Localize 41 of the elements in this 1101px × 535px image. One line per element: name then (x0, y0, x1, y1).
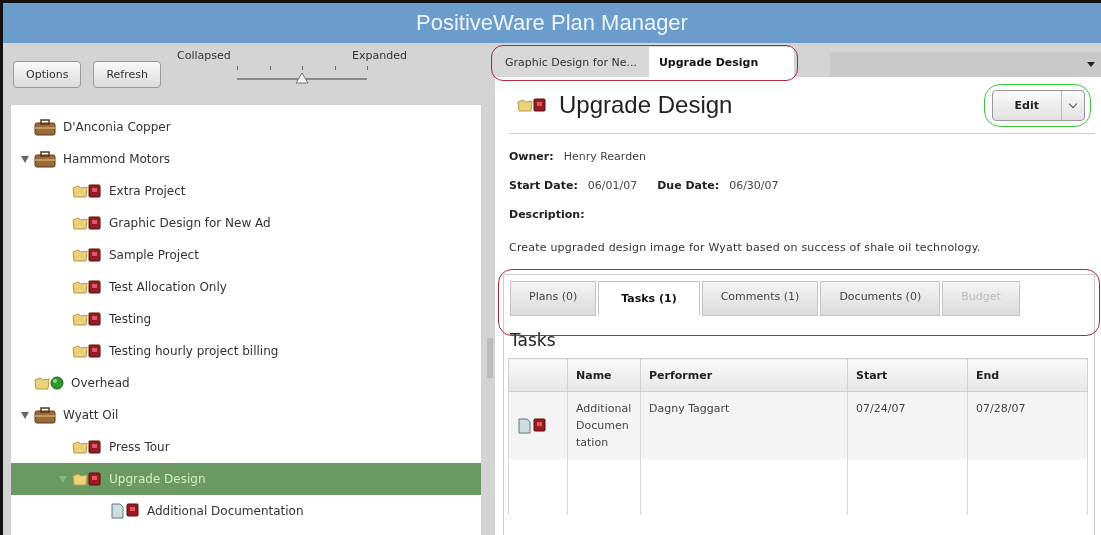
tree-item[interactable]: Testing hourly project billing (11, 335, 481, 367)
field-label: Start Date: (509, 179, 578, 192)
tree-item[interactable]: D'Anconia Copper (11, 111, 481, 143)
slider-label: Expanded (352, 48, 407, 62)
column-header: Name (567, 358, 641, 392)
field-value: 06/01/07 (587, 179, 638, 192)
column-header: End (967, 358, 1088, 392)
tree-item[interactable]: Graphic Design for New Ad (11, 207, 481, 239)
document-tab[interactable]: Graphic Design for Ne... (495, 47, 649, 77)
tree-item[interactable]: Extra Project (11, 175, 481, 207)
table-cell: 07/28/07 (967, 391, 1088, 459)
field-label: Due Date: (657, 179, 720, 192)
table-cell: 07/24/07 (847, 391, 968, 459)
tree-item[interactable]: Press Tour (11, 431, 481, 463)
tree-item[interactable]: Testing (11, 303, 481, 335)
column-header: Performer (640, 358, 848, 392)
section-tab[interactable]: Tasks (1) (598, 281, 700, 316)
section-tab[interactable]: Plans (0) (510, 281, 597, 316)
tree-item[interactable]: Test Allocation Only (11, 271, 481, 303)
table-cell: Dagny Taggart (640, 391, 848, 459)
tree-item[interactable]: Hammond Motors (11, 143, 481, 175)
tree-item[interactable]: Wyatt Oil (11, 399, 481, 431)
field-label: Owner: (509, 150, 554, 163)
table-cell: Additional Documentation (567, 391, 641, 459)
item-title: Upgrade Design (559, 91, 734, 119)
toolbar-button[interactable]: Options (13, 60, 82, 88)
toolbar-button[interactable]: Refresh (93, 60, 161, 88)
column-header: Start (847, 358, 968, 392)
tree-item[interactable]: Additional Documentation (11, 495, 481, 527)
section-tab[interactable]: Documents (0) (820, 281, 941, 316)
field-value: Henry Rearden (563, 150, 646, 163)
section-heading: Tasks (509, 329, 557, 352)
field-value: 06/30/07 (729, 179, 779, 192)
section-tab[interactable]: Comments (1) (701, 281, 819, 316)
window-title: PositiveWare Plan Manager (3, 3, 1101, 43)
slider-label: Collapsed (177, 48, 231, 62)
tree-item[interactable]: Overhead (11, 367, 481, 399)
document-tab[interactable]: Upgrade Design (648, 47, 795, 77)
field-label: Description: (509, 208, 585, 221)
description-text: Create upgraded design image for Wyatt based on success of shale oil technology. (509, 240, 982, 256)
tree-item[interactable]: Sample Project (11, 239, 481, 271)
